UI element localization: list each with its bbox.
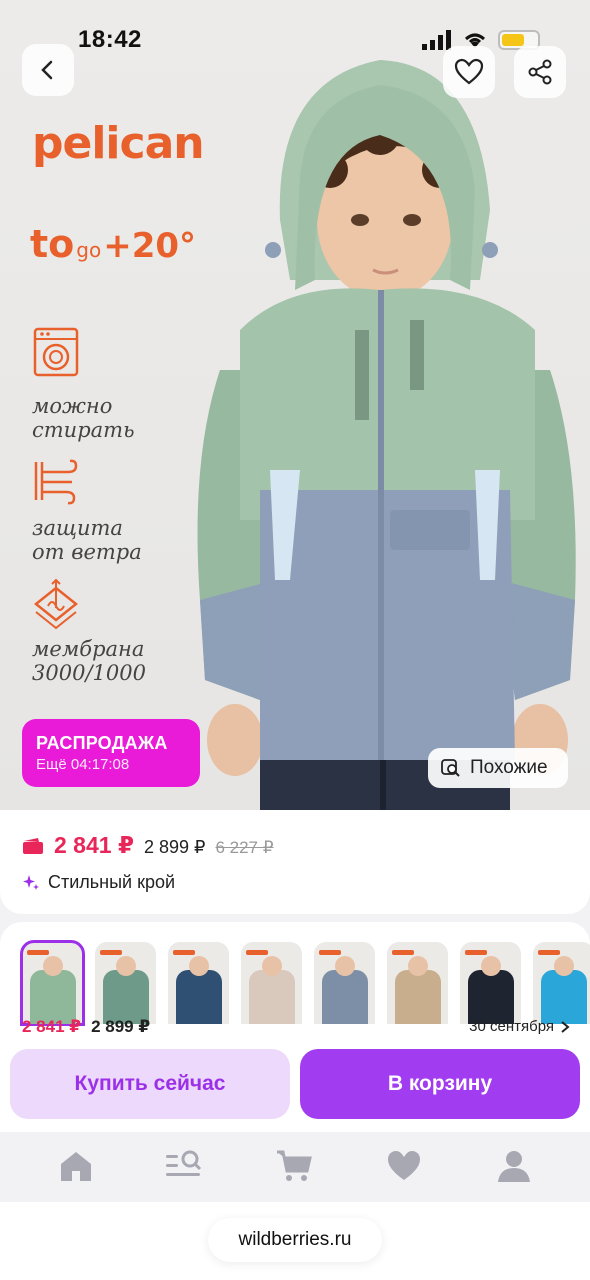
thumb-face <box>335 956 355 976</box>
home-icon <box>61 1152 91 1181</box>
thumb-jacket <box>395 970 441 1024</box>
buy-now-button[interactable]: Купить сейчас <box>10 1049 290 1119</box>
chevron-left-icon <box>41 60 53 80</box>
feature-washable-line1: можно <box>32 394 113 418</box>
nav-home[interactable] <box>54 1146 98 1186</box>
catalog-search-icon <box>166 1150 202 1176</box>
similar-search-icon <box>441 759 460 777</box>
price-row: 2 841 ₽ 2 899 ₽ 6 227 ₽ <box>22 832 274 859</box>
sale-timer: Ещё 04:17:08 <box>36 756 130 773</box>
product-photo-child-jacket <box>197 60 576 810</box>
bottom-price: 2 841 ₽ 2 899 ₽ <box>22 1017 150 1037</box>
thumb-jacket <box>103 970 149 1024</box>
temperature-rating: to go +20° <box>30 222 196 266</box>
share-button[interactable] <box>514 46 566 98</box>
cart-icon <box>277 1150 312 1181</box>
temp-t: to <box>30 222 75 266</box>
similar-button[interactable]: Похожие <box>428 748 568 788</box>
feature-washable-line2: стирать <box>32 418 135 442</box>
product-page: 18:42 pelican to go +20° можно стирать з… <box>0 0 590 1280</box>
color-variant-thumb[interactable] <box>387 942 448 1024</box>
membrane-icon <box>33 578 79 630</box>
add-to-cart-button[interactable]: В корзину <box>300 1049 580 1119</box>
wind-icon <box>34 459 78 505</box>
price-card: 2 841 ₽ 2 899 ₽ 6 227 ₽ Стильный крой <box>0 810 590 914</box>
browser-bar: wildberries.ru <box>0 1202 590 1280</box>
thumb-brand-mark <box>392 950 414 955</box>
feature-wind-line1: защита <box>32 516 123 540</box>
delivery-date[interactable]: 30 сентября <box>469 1018 570 1035</box>
thumb-jacket <box>176 970 222 1024</box>
feature-washable: можно стирать <box>32 394 135 442</box>
nav-favorites[interactable] <box>382 1146 426 1186</box>
chevron-right-icon <box>561 1020 570 1033</box>
thumb-brand-mark <box>100 950 122 955</box>
favorite-button[interactable] <box>443 46 495 98</box>
feature-membrane-line1: мембрана <box>32 637 145 661</box>
thumb-face <box>481 956 501 976</box>
temp-go: go <box>76 238 102 262</box>
color-variant-thumb[interactable] <box>168 942 229 1024</box>
brand-logo: pelican <box>32 118 205 169</box>
signal-icon <box>422 30 451 50</box>
feature-membrane: мембрана 3000/1000 <box>32 637 146 685</box>
color-variant-thumb[interactable] <box>95 942 156 1024</box>
sale-badge[interactable]: РАСПРОДАЖА Ещё 04:17:08 <box>22 719 200 787</box>
sale-title: РАСПРОДАЖА <box>36 733 168 753</box>
nav-cart[interactable] <box>272 1146 316 1186</box>
feature-wind: защита от ветра <box>32 516 142 564</box>
product-feature-text: Стильный крой <box>48 872 176 892</box>
thumb-jacket <box>468 970 514 1024</box>
thumb-brand-mark <box>246 950 268 955</box>
thumb-face <box>408 956 428 976</box>
favorites-heart-icon <box>388 1151 420 1180</box>
washing-machine-icon <box>33 327 79 377</box>
status-time: 18:42 <box>78 26 142 53</box>
url-bar[interactable]: wildberries.ru <box>208 1218 382 1262</box>
bottom-price-current: 2 841 ₽ <box>22 1017 82 1036</box>
thumb-face <box>116 956 136 976</box>
thumb-jacket <box>249 970 295 1024</box>
sparkle-icon <box>23 874 39 890</box>
color-variant-thumb[interactable] <box>460 942 521 1024</box>
thumb-brand-mark <box>465 950 487 955</box>
feature-membrane-line2: 3000/1000 <box>32 661 146 685</box>
thumb-face <box>554 956 574 976</box>
thumb-jacket <box>322 970 368 1024</box>
color-variant-thumb[interactable] <box>241 942 302 1024</box>
thumb-jacket <box>541 970 587 1024</box>
thumb-face <box>262 956 282 976</box>
thumb-face <box>43 956 63 976</box>
nav-profile[interactable] <box>492 1146 536 1186</box>
thumb-brand-mark <box>319 950 341 955</box>
delivery-date-label: 30 сентября <box>469 1018 554 1035</box>
thumb-brand-mark <box>538 950 560 955</box>
nav-catalog[interactable] <box>162 1146 206 1186</box>
product-feature-row: Стильный крой <box>22 872 175 893</box>
thumb-face <box>189 956 209 976</box>
color-variant-thumb[interactable] <box>314 942 375 1024</box>
price-current: 2 841 ₽ <box>54 832 134 858</box>
heart-icon <box>454 58 484 85</box>
price-secondary: 2 899 ₽ <box>143 837 206 857</box>
thumb-brand-mark <box>27 950 49 955</box>
thumb-jacket <box>30 970 76 1024</box>
status-bar: 18:42 <box>0 0 590 60</box>
similar-label: Похожие <box>470 757 548 778</box>
temp-value: +20° <box>103 226 197 266</box>
thumb-brand-mark <box>173 950 195 955</box>
price-old: 6 227 ₽ <box>215 838 274 857</box>
color-variant-thumb[interactable] <box>20 940 85 1026</box>
bottom-nav <box>0 1132 590 1202</box>
wallet-icon <box>23 837 43 854</box>
color-variant-thumb[interactable] <box>533 942 590 1024</box>
feature-wind-line2: от ветра <box>32 540 142 564</box>
back-button[interactable] <box>22 44 74 96</box>
product-image[interactable]: 18:42 pelican to go +20° можно стирать з… <box>0 0 590 810</box>
color-variants <box>20 940 590 1026</box>
share-icon <box>528 59 552 85</box>
profile-icon <box>498 1151 530 1182</box>
bottom-price-secondary: 2 899 ₽ <box>91 1017 151 1036</box>
